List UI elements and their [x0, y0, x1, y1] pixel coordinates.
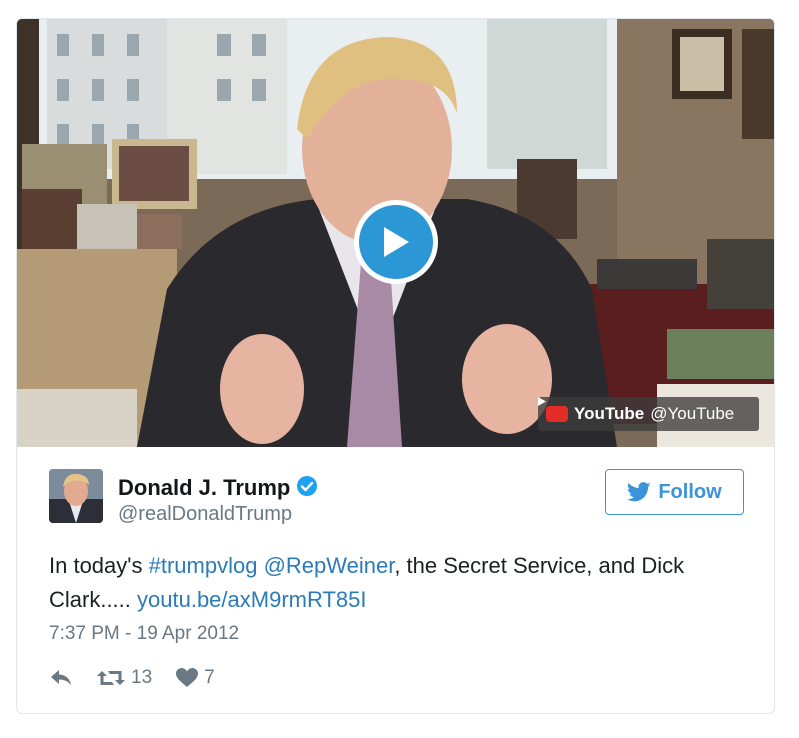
play-icon — [359, 205, 433, 279]
author-name-text: Donald J. Trump — [118, 475, 291, 500]
video-source-brand: YouTube — [574, 404, 645, 423]
retweet-icon — [97, 671, 125, 685]
youtube-logo-icon — [538, 397, 568, 422]
verified-badge-icon — [296, 475, 318, 503]
reply-icon — [51, 670, 71, 685]
play-button[interactable] — [354, 200, 438, 284]
follow-label: Follow — [658, 480, 722, 503]
reply-button[interactable] — [49, 668, 73, 688]
video-thumbnail[interactable]: YouTube @YouTube — [17, 19, 774, 447]
author-handle[interactable]: @realDonaldTrump — [118, 503, 292, 526]
like-button[interactable]: 7 — [176, 667, 215, 689]
avatar[interactable] — [49, 469, 103, 523]
retweet-button[interactable]: 13 — [97, 667, 152, 689]
follow-button[interactable]: Follow — [605, 469, 744, 515]
url-link[interactable]: youtu.be/axM9rmRT85I — [137, 587, 366, 612]
video-source-handle: @YouTube — [650, 404, 735, 423]
author-name[interactable]: Donald J. Trump — [118, 475, 318, 503]
heart-icon — [176, 668, 199, 687]
mention-link[interactable]: @RepWeiner — [264, 553, 395, 578]
hashtag-link[interactable]: #trumpvlog — [149, 553, 258, 578]
tweet-text: In today's #trumpvlog @RepWeiner, the Se… — [49, 549, 739, 617]
retweet-count: 13 — [131, 667, 153, 688]
like-count: 7 — [204, 667, 215, 688]
tweet-actions: 13 7 — [49, 667, 239, 689]
twitter-bird-icon — [627, 482, 651, 502]
youtube-attribution[interactable]: YouTube @YouTube — [538, 397, 759, 431]
tweet-card: YouTube @YouTube Donald J. Trump @realDo… — [16, 18, 775, 714]
tweet-text-intro: In today's — [49, 553, 149, 578]
timestamp[interactable]: 7:37 PM - 19 Apr 2012 — [49, 623, 239, 645]
